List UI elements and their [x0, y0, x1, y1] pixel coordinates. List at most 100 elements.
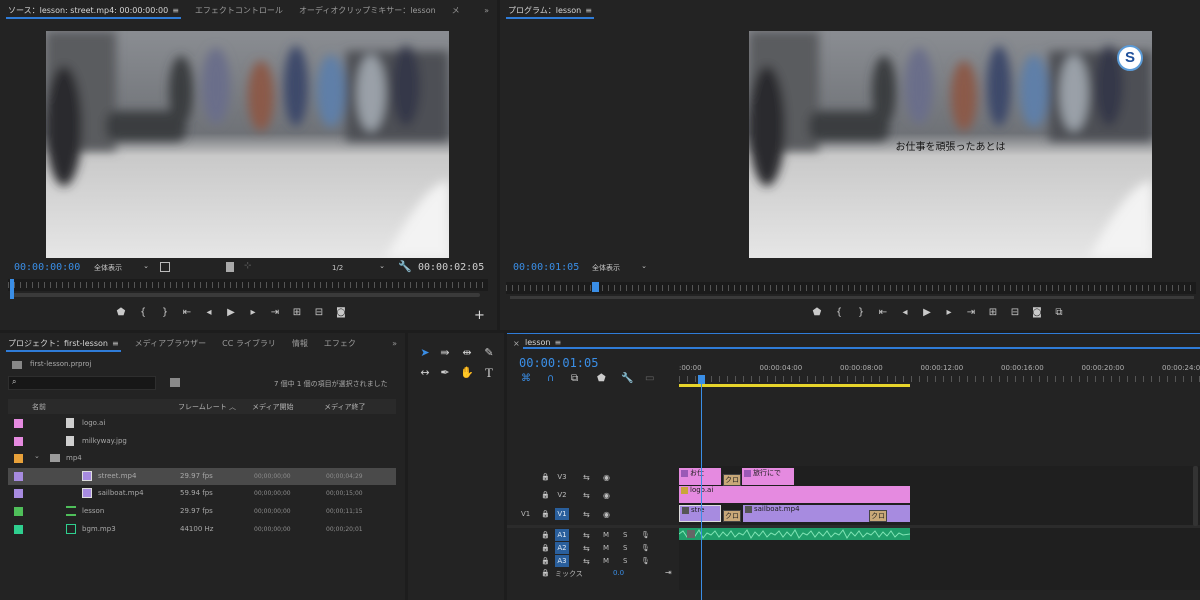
program-zoom-dropdown[interactable]: 全体表示 [588, 259, 650, 275]
drag-video-icon[interactable]: ⊹ [244, 261, 252, 271]
microphone-icon[interactable]: 🎙 [641, 531, 650, 539]
project-item-row[interactable]: bgm.mp3 44100 Hz 00;00;00;00 00;00;20;01 [8, 521, 396, 538]
mute-button[interactable]: M [603, 544, 609, 552]
clip-v2-logo[interactable]: logo.ai [679, 486, 910, 503]
source-playhead[interactable] [10, 279, 14, 299]
camera-icon[interactable]: ◙ [1026, 307, 1048, 318]
step-back-icon[interactable]: ◂ [198, 307, 220, 318]
eye-icon[interactable]: ◉ [603, 491, 610, 500]
new-search-bin-icon[interactable] [170, 378, 180, 387]
step-forward-icon[interactable]: ▸ [938, 307, 960, 318]
chevron-down-icon[interactable]: ⌄ [34, 452, 40, 460]
overwrite-icon[interactable]: ⊟ [308, 307, 330, 318]
pen-tool-icon[interactable]: ✒ [438, 366, 452, 380]
program-zoom-bar[interactable] [510, 296, 1194, 299]
add-marker-icon[interactable]: ⬟ [110, 307, 132, 318]
overflow-tabs-icon[interactable]: » [384, 333, 405, 355]
lock-icon[interactable]: 🔒 [541, 510, 550, 518]
panel-menu-icon[interactable]: ≡ [554, 334, 561, 352]
go-to-out-icon[interactable]: ⇥ [264, 307, 286, 318]
timeline-vertical-scrollbar[interactable] [1193, 466, 1198, 526]
settings-wrench-icon[interactable]: 🔧 [398, 260, 412, 273]
project-search-field[interactable] [23, 378, 151, 388]
export-frame-icon[interactable] [226, 262, 234, 272]
tab-source[interactable]: ソース：lesson: street.mp4: 00:00:00:00 ≡ [0, 0, 187, 22]
lock-icon[interactable]: 🔒 [541, 557, 550, 565]
project-item-row[interactable]: street.mp4 29.97 fps 00;00;00;00 00;00;04;2… [8, 467, 396, 485]
label-color-swatch[interactable] [14, 524, 23, 534]
label-color-swatch[interactable] [14, 507, 23, 516]
panel-menu-icon[interactable]: ≡ [585, 0, 592, 22]
project-item-row[interactable]: ⌄ mp4 [8, 450, 396, 467]
track-target-toggle[interactable]: V3 [555, 471, 569, 483]
tab-effect-controls[interactable]: エフェクトコントロール [187, 0, 291, 22]
track-target-toggle[interactable]: V1 [555, 508, 569, 520]
project-item-row[interactable]: lesson 29.97 fps 00;00;00;00 00;00;11;15 [8, 503, 396, 520]
snap-magnet-icon[interactable]: ∩ [547, 373, 554, 384]
clip-v1-street[interactable]: stre [679, 505, 721, 522]
mix-volume-value[interactable]: 0.0 [613, 569, 624, 577]
linked-selection-icon[interactable]: ⧉ [571, 373, 578, 384]
solo-button[interactable]: S [623, 544, 627, 552]
camera-icon[interactable]: ◙ [330, 307, 352, 318]
lock-icon[interactable]: 🔒 [541, 569, 550, 577]
add-marker-icon[interactable]: ⬟ [597, 373, 606, 384]
project-item-row[interactable]: logo.ai [8, 415, 396, 432]
mark-out-icon[interactable]: } [154, 307, 176, 318]
captions-icon[interactable]: ▭ [645, 373, 654, 384]
mark-in-icon[interactable]: { [828, 307, 850, 318]
label-color-swatch[interactable] [14, 471, 23, 481]
microphone-icon[interactable]: 🎙 [641, 557, 650, 565]
label-color-swatch[interactable] [14, 436, 23, 446]
ripple-edit-tool-icon[interactable]: ⇹ [460, 346, 474, 360]
solo-button[interactable]: S [623, 531, 627, 539]
source-time-ruler[interactable] [8, 279, 488, 291]
add-button-icon[interactable]: + [474, 308, 485, 323]
transition-cross-dissolve[interactable]: クロ [723, 474, 741, 486]
mute-button[interactable]: M [603, 531, 609, 539]
lock-icon[interactable]: 🔒 [541, 531, 550, 539]
lock-icon[interactable]: 🔒 [541, 473, 550, 481]
source-timecode[interactable]: 00:00:00:00 [14, 262, 80, 273]
tab-sequence-lesson[interactable]: lesson ≡ [517, 334, 1200, 352]
panel-menu-icon[interactable]: ≡ [172, 0, 179, 22]
slip-tool-icon[interactable]: ↔ [418, 366, 432, 380]
mark-out-icon[interactable]: } [850, 307, 872, 318]
microphone-icon[interactable]: 🎙 [641, 544, 650, 552]
step-back-icon[interactable]: ◂ [894, 307, 916, 318]
timeline-ruler[interactable]: :00:00 00:00:04:00 00:00:08:00 00:00:12:00 0… [679, 360, 1200, 388]
comparison-view-icon[interactable]: ⧉ [1048, 307, 1070, 318]
transition-cross-dissolve[interactable]: クロ [869, 510, 887, 522]
lift-icon[interactable]: ⊞ [982, 307, 1004, 318]
program-timecode[interactable]: 00:00:01:05 [513, 262, 579, 273]
clip-v3-title-a[interactable]: お仕 [679, 468, 721, 485]
step-forward-icon[interactable]: ▸ [242, 307, 264, 318]
label-color-swatch[interactable] [14, 454, 23, 464]
solo-button[interactable]: S [623, 557, 627, 565]
mute-button[interactable]: M [603, 557, 609, 565]
tab-info[interactable]: 情報 [284, 333, 316, 355]
source-zoom-dropdown[interactable]: 全体表示 [90, 259, 152, 275]
eye-icon[interactable]: ◉ [603, 473, 610, 482]
sync-lock-icon[interactable]: ⇆ [583, 557, 590, 566]
sync-lock-icon[interactable]: ⇆ [583, 510, 590, 519]
label-color-swatch[interactable] [14, 489, 23, 499]
go-to-in-icon[interactable]: ⇤ [176, 307, 198, 318]
eye-icon[interactable]: ◉ [603, 510, 610, 519]
track-select-tool-icon[interactable]: ⇛ [438, 346, 452, 360]
hand-tool-icon[interactable]: ✋ [460, 366, 474, 380]
sync-lock-icon[interactable]: ⇆ [583, 473, 590, 482]
tab-program[interactable]: プログラム：lesson ≡ [500, 0, 600, 22]
clip-a1-bgm[interactable] [679, 528, 910, 540]
tab-metadata[interactable]: メ [444, 0, 468, 22]
mark-in-icon[interactable]: { [132, 307, 154, 318]
add-marker-icon[interactable]: ⬟ [806, 307, 828, 318]
clip-v3-title-b[interactable]: 旅行にで [742, 468, 794, 485]
label-color-swatch[interactable] [14, 419, 23, 428]
lock-icon[interactable]: 🔒 [541, 491, 550, 499]
play-icon[interactable]: ▶ [916, 307, 938, 318]
timeline-playhead-head[interactable] [698, 375, 705, 384]
go-to-in-icon[interactable]: ⇤ [872, 307, 894, 318]
go-to-out-icon[interactable]: ⇥ [960, 307, 982, 318]
tab-audio-clip-mixer[interactable]: オーディオクリップミキサー：lesson [291, 0, 444, 22]
